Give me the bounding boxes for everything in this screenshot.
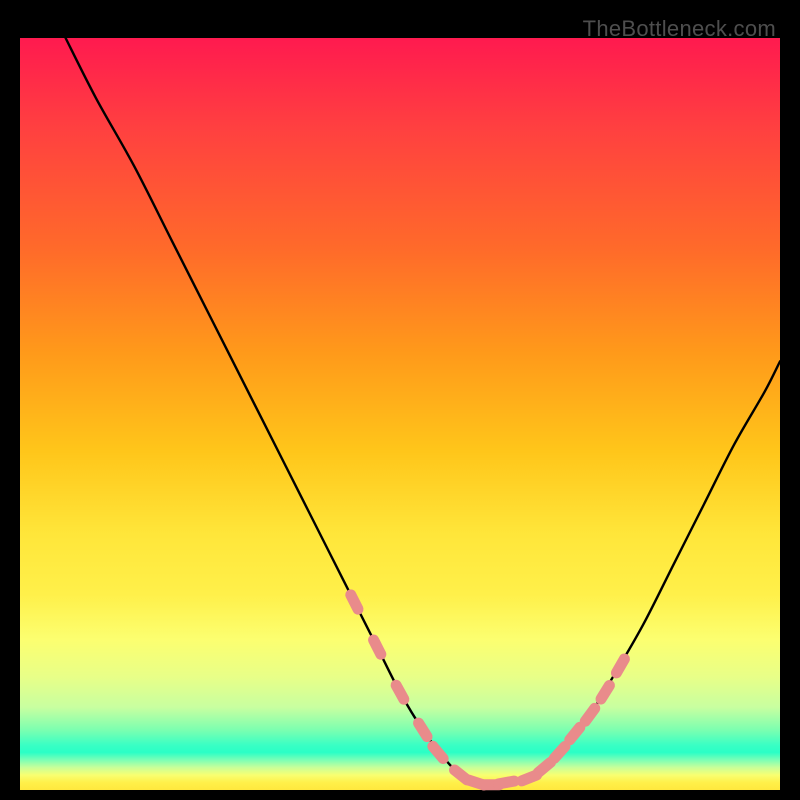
marker-segment: [374, 640, 381, 654]
marker-segment: [351, 595, 358, 609]
marker-segment: [499, 781, 515, 784]
curve-svg: [20, 38, 780, 790]
marker-segment: [601, 685, 609, 699]
chart-frame: TheBottleneck.com: [10, 10, 790, 790]
marker-segment: [433, 746, 443, 758]
plot-area: [20, 38, 780, 790]
marker-segment: [538, 762, 550, 772]
marker-segment: [616, 659, 624, 673]
marker-segment: [419, 723, 428, 737]
bottleneck-curve: [66, 38, 780, 785]
marker-segment: [554, 746, 565, 758]
marker-segment: [396, 685, 404, 699]
marker-segment: [570, 727, 580, 739]
marker-segment: [585, 708, 594, 721]
curve-markers: [351, 595, 625, 785]
